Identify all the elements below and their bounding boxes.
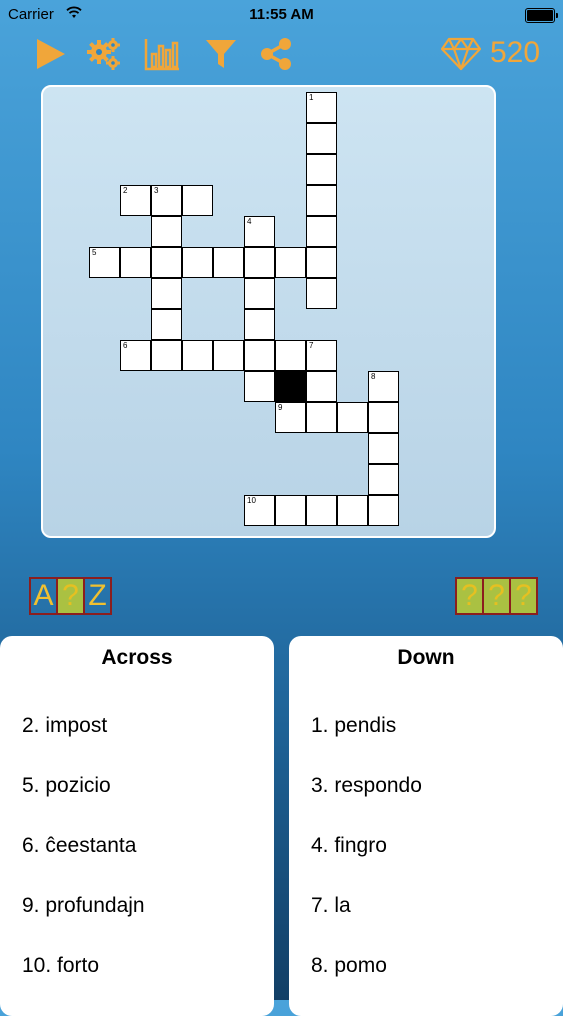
crossword-cell[interactable] — [182, 185, 213, 216]
clue-number: 4 — [247, 217, 252, 226]
crossword-cell[interactable] — [306, 154, 337, 185]
crossword-cell[interactable] — [244, 340, 275, 371]
crossword-cell[interactable] — [306, 495, 337, 526]
hint-question-mark: ? — [56, 579, 83, 613]
crossword-cell[interactable]: 3 — [151, 185, 182, 216]
down-clue-item[interactable]: 8. pomo — [311, 954, 387, 978]
crossword-cell[interactable] — [368, 464, 399, 495]
gears-icon[interactable] — [86, 36, 122, 72]
crossword-cell[interactable]: 6 — [120, 340, 151, 371]
down-clue-item[interactable]: 4. fingro — [311, 834, 387, 858]
across-title: Across — [101, 646, 173, 669]
crossword-cell[interactable]: 2 — [120, 185, 151, 216]
crossword-cell[interactable] — [120, 247, 151, 278]
crossword-cell[interactable] — [182, 247, 213, 278]
crossword-cell[interactable] — [213, 247, 244, 278]
share-icon[interactable] — [258, 36, 294, 72]
across-clue-item[interactable]: 10. forto — [22, 954, 99, 978]
crossword-cell[interactable] — [306, 247, 337, 278]
across-clue-item[interactable]: 9. profundajn — [22, 894, 145, 918]
across-clue-item[interactable]: 6. ĉeestanta — [22, 834, 136, 858]
crossword-cell[interactable] — [306, 278, 337, 309]
across-clue-item[interactable]: 2. impost — [22, 714, 107, 738]
clue-number: 9 — [278, 403, 283, 412]
status-bar: Carrier 11:55 AM — [0, 0, 563, 30]
clue-number: 2 — [123, 186, 128, 195]
stats-icon[interactable] — [144, 36, 180, 72]
diamond-icon — [441, 37, 481, 71]
hint-letter-a: A — [33, 579, 54, 612]
crossword-cell[interactable] — [337, 402, 368, 433]
crossword-cell[interactable] — [244, 247, 275, 278]
gem-count: 520 — [490, 36, 541, 69]
clue-number: 7 — [309, 341, 314, 350]
clue-number: 6 — [123, 341, 128, 350]
hint-question-mark: ? — [482, 579, 509, 613]
crossword-cell[interactable] — [151, 247, 182, 278]
crossword-cell[interactable] — [306, 371, 337, 402]
down-clue-item[interactable]: 3. respondo — [311, 774, 422, 798]
clock: 11:55 AM — [249, 6, 314, 23]
crossword-cell[interactable] — [151, 309, 182, 340]
hint-question-mark: ? — [457, 579, 482, 613]
crossword-cell[interactable] — [306, 185, 337, 216]
hint-letter-z: Z — [83, 579, 110, 613]
crossword-cell[interactable] — [337, 495, 368, 526]
crossword-cell[interactable] — [244, 371, 275, 402]
crossword-cell[interactable] — [244, 278, 275, 309]
across-clue-item[interactable]: 5. pozicio — [22, 774, 111, 798]
crossword-cell[interactable] — [275, 340, 306, 371]
crossword-cell[interactable] — [244, 309, 275, 340]
crossword-cell[interactable] — [151, 340, 182, 371]
crossword-cell[interactable]: 1 — [306, 92, 337, 123]
crossword-cell[interactable] — [182, 340, 213, 371]
crossword-cell[interactable] — [306, 402, 337, 433]
crossword-cell[interactable] — [306, 216, 337, 247]
reveal-hint-button[interactable]: ? ? ? — [455, 577, 538, 615]
crossword-cell[interactable] — [151, 216, 182, 247]
play-icon[interactable] — [33, 36, 69, 72]
down-title: Down — [397, 646, 455, 669]
down-clue-item[interactable]: 1. pendis — [311, 714, 396, 738]
across-clues-panel: Across 2. impost 5. pozicio 6. ĉeestanta… — [0, 636, 274, 1016]
battery-icon — [525, 8, 558, 23]
crossword-cell[interactable]: 9 — [275, 402, 306, 433]
crossword-cell[interactable]: 10 — [244, 495, 275, 526]
blocked-cell — [275, 371, 306, 402]
crossword-cell[interactable]: 5 — [89, 247, 120, 278]
filter-icon[interactable] — [203, 36, 239, 72]
crossword-cell[interactable] — [151, 278, 182, 309]
crossword-cell[interactable]: 8 — [368, 371, 399, 402]
clue-number: 10 — [247, 496, 256, 505]
down-clues-panel: Down 1. pendis 3. respondo 4. fingro 7. … — [289, 636, 563, 1016]
clue-number: 3 — [154, 186, 159, 195]
clue-number: 1 — [309, 93, 314, 102]
crossword-cell[interactable] — [368, 433, 399, 464]
crossword-cell[interactable] — [306, 123, 337, 154]
a-to-z-hint-button[interactable]: A ? Z — [29, 577, 112, 615]
clue-number: 5 — [92, 248, 97, 257]
down-clue-item[interactable]: 7. la — [311, 894, 351, 918]
crossword-cell[interactable] — [213, 340, 244, 371]
crossword-board: 1 2 3 4 5 6 7 9 8 10 — [41, 85, 496, 538]
crossword-cell[interactable]: 4 — [244, 216, 275, 247]
crossword-cell[interactable] — [368, 495, 399, 526]
crossword-cell[interactable] — [368, 402, 399, 433]
clue-number: 8 — [371, 372, 376, 381]
crossword-cell[interactable] — [275, 247, 306, 278]
hint-question-mark: ? — [509, 579, 536, 613]
crossword-cell[interactable] — [275, 495, 306, 526]
crossword-cell[interactable]: 7 — [306, 340, 337, 371]
